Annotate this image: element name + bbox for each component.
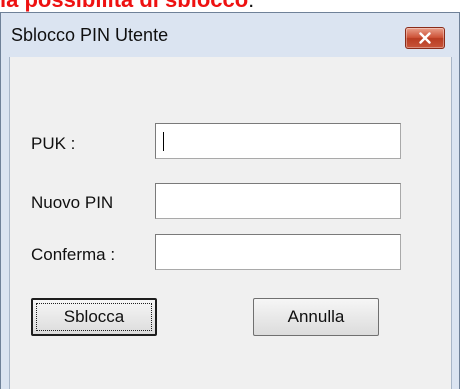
close-x-icon	[419, 32, 431, 44]
puk-field[interactable]	[155, 123, 401, 159]
puk-label: PUK :	[31, 134, 76, 153]
dialog-window: Sblocco PIN Utente PUK : Nuovo PIN Confe…	[0, 12, 460, 389]
cancel-button[interactable]: Annulla	[253, 298, 379, 336]
new-pin-label: Nuovo PIN	[31, 193, 114, 212]
confirm-pin-label: Conferma :	[31, 245, 116, 264]
focus-ring	[36, 303, 152, 331]
dialog-title: Sblocco PIN Utente	[11, 25, 169, 45]
new-pin-field[interactable]	[155, 183, 401, 219]
text-caret	[163, 132, 164, 151]
close-button[interactable]	[405, 27, 445, 49]
unlock-button[interactable]: Sblocca	[31, 298, 157, 336]
background-heading-tail: :	[248, 0, 254, 12]
dialog-titlebar[interactable]: Sblocco PIN Utente	[1, 13, 459, 57]
page: la possibilità di sblocco: Sblocco PIN U…	[0, 0, 462, 389]
background-heading-text: la possibilità di sblocco	[0, 0, 248, 12]
confirm-pin-field[interactable]	[155, 234, 401, 270]
cancel-button-label: Annulla	[287, 307, 345, 326]
dialog-client-area: PUK : Nuovo PIN Conferma : Sblocca Annul…	[9, 57, 452, 389]
